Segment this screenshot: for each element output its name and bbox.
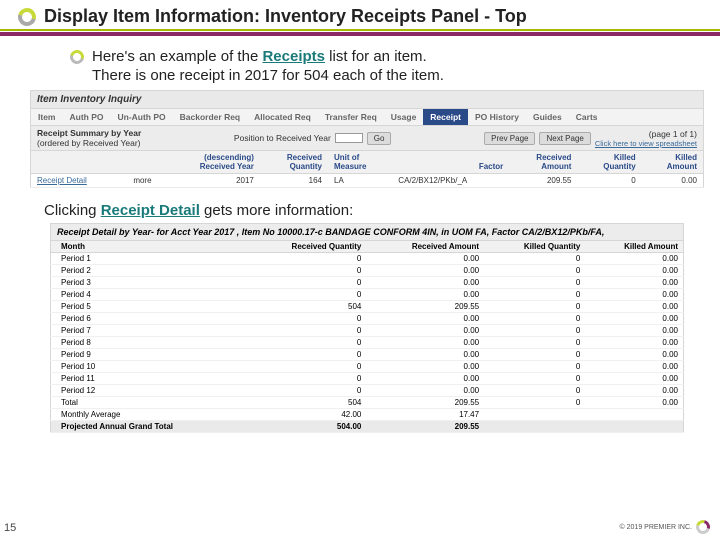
divider bbox=[0, 29, 720, 44]
column-header: KilledAmount bbox=[642, 151, 704, 174]
position-label: Position to Received Year bbox=[234, 133, 331, 143]
go-button[interactable]: Go bbox=[367, 132, 392, 145]
tab-usage[interactable]: Usage bbox=[384, 109, 424, 125]
table-row: Period 900.0000.00 bbox=[51, 349, 684, 361]
spreadsheet-link[interactable]: Click here to view spreadsheet bbox=[595, 139, 697, 148]
tab-guides[interactable]: Guides bbox=[526, 109, 569, 125]
receipt-detail-link[interactable]: Receipt Detail bbox=[37, 176, 87, 185]
detail-title: Receipt Detail by Year- for Acct Year 20… bbox=[50, 223, 684, 241]
table-row: Period 100.0000.00 bbox=[51, 253, 684, 265]
summary-title: Receipt Summary by Year (ordered by Rece… bbox=[37, 128, 141, 148]
tab-carts[interactable]: Carts bbox=[569, 109, 605, 125]
tab-item[interactable]: Item bbox=[31, 109, 62, 125]
tab-allocated-req[interactable]: Allocated Req bbox=[247, 109, 318, 125]
tab-po-history[interactable]: PO History bbox=[468, 109, 526, 125]
tab-un-auth-po[interactable]: Un-Auth PO bbox=[110, 109, 172, 125]
intro-line-2: There is one receipt in 2017 for 504 eac… bbox=[92, 67, 660, 84]
receipt-detail-table: MonthReceived QuantityReceived AmountKil… bbox=[50, 241, 684, 433]
column-header: ReceivedQuantity bbox=[260, 151, 328, 174]
receipt-summary-table: (descending)Received YearReceivedQuantit… bbox=[30, 151, 704, 188]
page-number: 15 bbox=[4, 522, 16, 534]
column-header: (descending)Received Year bbox=[164, 151, 260, 174]
tab-auth-po[interactable]: Auth PO bbox=[62, 109, 110, 125]
column-header: KilledQuantity bbox=[577, 151, 641, 174]
table-row: Period 1200.0000.00 bbox=[51, 385, 684, 397]
table-row: Monthly Average42.0017.47 bbox=[51, 409, 684, 421]
table-row: Receipt Detail more 2017 164 LA CA/2/BX1… bbox=[31, 174, 704, 188]
column-header: Month bbox=[51, 241, 245, 253]
brand-icon bbox=[15, 4, 40, 29]
column-header: Killed Amount bbox=[585, 241, 683, 253]
tab-backorder-req[interactable]: Backorder Req bbox=[173, 109, 247, 125]
table-row: Projected Annual Grand Total504.00209.55 bbox=[51, 421, 684, 433]
tab-receipt[interactable]: Receipt bbox=[423, 109, 468, 125]
tabs-row: ItemAuth POUn-Auth POBackorder ReqAlloca… bbox=[30, 109, 704, 126]
inquiry-title: Item Inventory Inquiry bbox=[30, 90, 704, 109]
table-row: Period 800.0000.00 bbox=[51, 337, 684, 349]
footer-brand-icon bbox=[693, 517, 712, 536]
page-info: (page 1 of 1) bbox=[595, 129, 697, 139]
table-row: Period 1000.0000.00 bbox=[51, 361, 684, 373]
column-header: Unit ofMeasure bbox=[328, 151, 392, 174]
column-header: ReceivedAmount bbox=[509, 151, 577, 174]
intro-line-1: Here's an example of the Receipts list f… bbox=[92, 48, 427, 65]
bullet-icon bbox=[67, 47, 86, 66]
table-row: Period 600.0000.00 bbox=[51, 313, 684, 325]
table-row: Period 5504209.5500.00 bbox=[51, 301, 684, 313]
column-header bbox=[31, 151, 121, 174]
prev-page-button[interactable]: Prev Page bbox=[484, 132, 535, 145]
table-row: Period 1100.0000.00 bbox=[51, 373, 684, 385]
table-row: Period 300.0000.00 bbox=[51, 277, 684, 289]
next-page-button[interactable]: Next Page bbox=[539, 132, 590, 145]
table-row: Period 400.0000.00 bbox=[51, 289, 684, 301]
mid-sentence: Clicking Receipt Detail gets more inform… bbox=[44, 202, 720, 219]
column-header: Killed Quantity bbox=[484, 241, 585, 253]
table-row: Period 700.0000.00 bbox=[51, 325, 684, 337]
column-header: Received Amount bbox=[366, 241, 484, 253]
position-input[interactable] bbox=[335, 133, 363, 143]
table-row: Total504209.5500.00 bbox=[51, 397, 684, 409]
column-header: Received Quantity bbox=[245, 241, 367, 253]
column-header: Factor bbox=[392, 151, 509, 174]
tab-transfer-req[interactable]: Transfer Req bbox=[318, 109, 384, 125]
page-title: Display Item Information: Inventory Rece… bbox=[44, 6, 527, 27]
table-row: Period 200.0000.00 bbox=[51, 265, 684, 277]
copyright: © 2019 PREMIER INC. bbox=[620, 524, 692, 531]
